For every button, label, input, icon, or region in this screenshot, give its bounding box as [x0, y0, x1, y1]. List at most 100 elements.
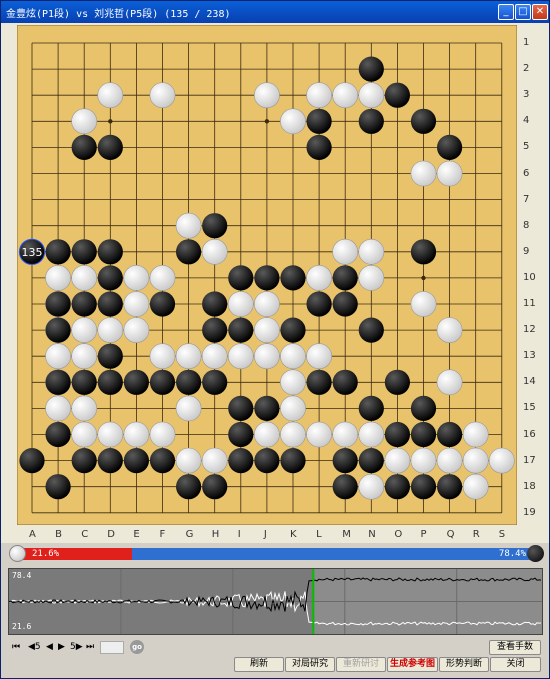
white-probability-label: 21.6%	[32, 549, 60, 559]
black-stone	[358, 448, 384, 474]
black-stone	[228, 448, 254, 474]
file-label: H	[211, 529, 220, 540]
last-move-button[interactable]: ⏭	[86, 642, 94, 652]
file-label: E	[133, 529, 140, 540]
white-stone	[280, 395, 306, 422]
white-stone	[97, 421, 124, 448]
white-stone	[253, 317, 280, 344]
study-button[interactable]: 对局研究	[285, 657, 335, 672]
black-stone	[254, 448, 280, 474]
white-stone	[436, 160, 463, 187]
black-stone	[437, 474, 463, 500]
white-stone	[227, 291, 254, 317]
white-stone	[175, 395, 202, 422]
black-stone	[332, 369, 358, 395]
black-stone	[97, 448, 123, 474]
last-move-number: 135	[22, 246, 43, 259]
black-stone	[123, 369, 149, 395]
forward-5-button[interactable]: 5▶	[70, 642, 83, 652]
black-stone	[202, 213, 228, 239]
white-stone	[462, 447, 489, 474]
black-stone	[19, 448, 45, 474]
black-stone	[97, 291, 123, 317]
forward-1-button[interactable]: ▶	[58, 642, 65, 652]
maximize-button[interactable]: □	[515, 4, 531, 20]
rank-label: 18	[523, 480, 536, 492]
black-stone	[228, 265, 254, 291]
file-label: M	[342, 529, 351, 540]
white-stone	[384, 447, 411, 474]
move-number-input[interactable]	[100, 641, 124, 654]
rank-label: 5	[523, 141, 530, 153]
black-stone	[384, 82, 410, 108]
black-stone	[280, 448, 306, 474]
black-stone	[384, 474, 410, 500]
black-stone	[358, 108, 384, 134]
white-stone	[462, 473, 489, 500]
rank-label: 16	[523, 428, 536, 440]
white-stone	[462, 421, 489, 448]
file-label: I	[237, 529, 241, 540]
white-stone	[410, 160, 437, 187]
black-stone	[176, 239, 202, 265]
black-probability-label: 78.4%	[498, 549, 526, 559]
file-label: A	[29, 529, 36, 540]
rank-label: 1	[523, 37, 530, 48]
back-1-button[interactable]: ◀	[46, 642, 53, 652]
repost-button[interactable]: 重新研讨	[336, 657, 386, 672]
window-title: 金豊炫(P1段) vs 刘兆哲(P5段) (135 / 238)	[6, 9, 231, 20]
file-label: R	[472, 529, 480, 540]
white-stone	[253, 421, 280, 448]
black-stone	[71, 239, 97, 265]
black-stone	[280, 265, 306, 291]
refresh-button[interactable]: 刷新	[234, 657, 284, 672]
black-stone	[202, 317, 228, 343]
close-button[interactable]: 关闭	[490, 657, 541, 672]
black-stone	[410, 395, 437, 421]
rank-label: 14	[523, 376, 536, 388]
white-stone	[201, 447, 228, 474]
black-stone	[97, 134, 123, 160]
white-stone	[332, 421, 359, 448]
white-stone	[280, 421, 306, 448]
white-stone	[488, 447, 515, 474]
generate-reference-button[interactable]: 生成参考图	[387, 657, 438, 672]
black-stone	[410, 239, 437, 265]
file-label: J	[263, 529, 267, 540]
black-stone	[45, 239, 71, 265]
white-stone	[149, 264, 176, 291]
file-label: N	[368, 529, 376, 540]
white-stone	[306, 343, 333, 370]
judge-button[interactable]: 形势判断	[439, 657, 489, 672]
white-stone	[71, 317, 98, 344]
white-stone	[149, 421, 176, 448]
rank-label: 17	[523, 454, 536, 466]
black-stone	[410, 421, 437, 448]
go-board[interactable]: 135	[17, 25, 517, 525]
view-moves-button[interactable]: 查看手数	[489, 640, 541, 655]
file-label: L	[316, 529, 322, 540]
file-label: B	[55, 529, 62, 540]
rank-label: 10	[523, 271, 536, 283]
file-label: Q	[446, 529, 455, 540]
file-label: D	[107, 529, 115, 540]
win-rate-graph[interactable]: 78.4 21.6	[8, 568, 543, 635]
black-stone	[202, 291, 228, 317]
back-5-button[interactable]: ◀5	[28, 642, 41, 652]
first-move-button[interactable]: ⏮	[12, 642, 20, 652]
black-stone	[437, 134, 463, 160]
white-stone	[149, 343, 176, 370]
black-stone	[71, 448, 97, 474]
black-stone	[306, 291, 332, 317]
black-stone	[71, 291, 97, 317]
white-stone	[149, 82, 176, 109]
white-stone	[71, 421, 98, 448]
black-stone	[384, 369, 410, 395]
rank-label: 3	[523, 89, 530, 101]
go-button[interactable]: go	[130, 640, 144, 654]
white-stone	[410, 291, 437, 317]
close-window-button[interactable]: ✕	[532, 4, 548, 20]
controls-panel: ⏮ ◀5 ◀ ▶ 5▶ ⏭ go 查看手数 刷新 对局研究 重新研讨 生成参考图…	[8, 639, 543, 677]
minimize-button[interactable]: _	[498, 4, 514, 20]
white-stone	[123, 421, 150, 448]
